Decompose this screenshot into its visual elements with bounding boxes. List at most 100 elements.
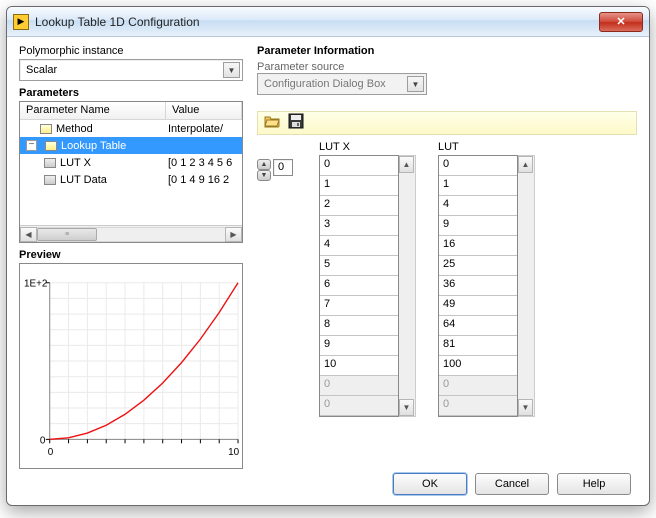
row-value: [0 1 4 9 16 2 <box>166 174 242 186</box>
array-cell[interactable]: 1 <box>320 176 398 196</box>
col-value[interactable]: Value <box>166 102 242 119</box>
close-button[interactable]: ✕ <box>599 12 643 32</box>
left-column: Polymorphic instance Scalar ▼ Parameters… <box>19 45 243 469</box>
scroll-down-icon[interactable]: ▼ <box>518 399 533 416</box>
right-column: Parameter Information Parameter source C… <box>257 45 637 469</box>
lut-column: LUT 014916253649648110000 ▲ ▼ <box>438 141 535 417</box>
lutx-label: LUT X <box>319 141 416 153</box>
dialog-body: Polymorphic instance Scalar ▼ Parameters… <box>7 37 649 505</box>
tree-header: Parameter Name Value <box>20 102 242 120</box>
lutx-scrollbar[interactable]: ▲ ▼ <box>399 155 416 417</box>
scroll-up-icon[interactable]: ▲ <box>399 156 414 173</box>
lut-scrollbar[interactable]: ▲ ▼ <box>518 155 535 417</box>
scroll-thumb[interactable]: ≡ <box>37 228 97 241</box>
array-cell[interactable]: 4 <box>439 196 517 216</box>
scroll-track[interactable] <box>518 173 534 399</box>
lutx-column: LUT X 01234567891000 ▲ ▼ <box>319 141 416 417</box>
tree-row-lookup-table[interactable]: − Lookup Table <box>20 137 242 154</box>
scroll-track[interactable] <box>399 173 415 399</box>
array-cell[interactable]: 81 <box>439 336 517 356</box>
array-cell[interactable]: 0 <box>320 156 398 176</box>
index-value[interactable]: 0 <box>273 159 293 176</box>
titlebar[interactable]: ▶ Lookup Table 1D Configuration ✕ <box>7 7 649 37</box>
array-cell[interactable]: 64 <box>439 316 517 336</box>
polymorphic-combo[interactable]: Scalar ▼ <box>19 59 243 81</box>
array-cell[interactable]: 5 <box>320 256 398 276</box>
save-icon[interactable] <box>288 113 304 134</box>
polymorphic-label: Polymorphic instance <box>19 45 243 57</box>
array-cell[interactable]: 10 <box>320 356 398 376</box>
array-cell-disabled: 0 <box>439 376 517 396</box>
chart-svg: 1E+2 0 0 10 <box>20 264 242 468</box>
array-cell[interactable]: 9 <box>439 216 517 236</box>
scroll-left-icon[interactable]: ◀ <box>20 227 37 242</box>
row-name: LUT Data <box>60 174 107 186</box>
lut-array[interactable]: 014916253649648110000 <box>438 155 518 417</box>
array-cell[interactable]: 4 <box>320 236 398 256</box>
scroll-track[interactable]: ≡ <box>37 227 225 242</box>
tree-rows: Method Interpolate/ − Lookup Table LUT X … <box>20 120 242 225</box>
open-icon[interactable] <box>264 113 280 134</box>
index-control: ▲ ▼ 0 <box>257 159 293 417</box>
array-cell[interactable]: 8 <box>320 316 398 336</box>
item-icon <box>40 124 52 134</box>
y-min-label: 0 <box>40 435 46 446</box>
index-up-button[interactable]: ▲ <box>257 159 271 170</box>
tree-hscroll[interactable]: ◀ ≡ ▶ <box>20 225 242 242</box>
file-toolbar <box>257 111 637 135</box>
lut-label: LUT <box>438 141 535 153</box>
array-cell[interactable]: 7 <box>320 296 398 316</box>
chevron-down-icon: ▼ <box>407 76 424 92</box>
main-area: Polymorphic instance Scalar ▼ Parameters… <box>19 45 637 469</box>
parameter-source-value: Configuration Dialog Box <box>264 78 386 90</box>
array-cell[interactable]: 36 <box>439 276 517 296</box>
index-down-button[interactable]: ▼ <box>257 170 271 181</box>
tree-row-lut-data[interactable]: LUT Data [0 1 4 9 16 2 <box>20 171 242 188</box>
item-icon <box>44 175 56 185</box>
window-title: Lookup Table 1D Configuration <box>35 15 599 29</box>
x-min-label: 0 <box>48 447 54 458</box>
parameter-info-heading: Parameter Information <box>257 45 637 57</box>
y-max-label: 1E+2 <box>24 279 48 290</box>
help-button[interactable]: Help <box>557 473 631 495</box>
close-icon: ✕ <box>616 15 625 28</box>
row-name: Lookup Table <box>61 140 126 152</box>
array-cell-disabled: 0 <box>320 396 398 416</box>
scroll-down-icon[interactable]: ▼ <box>399 399 414 416</box>
array-cell[interactable]: 2 <box>320 196 398 216</box>
array-cell-disabled: 0 <box>320 376 398 396</box>
tree-row-method[interactable]: Method Interpolate/ <box>20 120 242 137</box>
array-cell[interactable]: 25 <box>439 256 517 276</box>
array-cell[interactable]: 6 <box>320 276 398 296</box>
array-cell[interactable]: 49 <box>439 296 517 316</box>
parameters-tree: Parameter Name Value Method Interpolate/… <box>19 101 243 243</box>
row-name: LUT X <box>60 157 91 169</box>
button-bar: OK Cancel Help <box>19 469 637 495</box>
item-icon <box>44 158 56 168</box>
preview-chart: 1E+2 0 0 10 <box>19 263 243 469</box>
chevron-down-icon: ▼ <box>223 62 240 78</box>
lutx-array[interactable]: 01234567891000 <box>319 155 399 417</box>
item-icon <box>45 141 57 151</box>
polymorphic-value: Scalar <box>26 64 57 76</box>
app-icon: ▶ <box>13 14 29 30</box>
col-parameter-name[interactable]: Parameter Name <box>20 102 166 119</box>
ok-button[interactable]: OK <box>393 473 467 495</box>
cancel-button[interactable]: Cancel <box>475 473 549 495</box>
row-value: [0 1 2 3 4 5 6 <box>166 157 242 169</box>
array-cell-disabled: 0 <box>439 396 517 416</box>
array-cell[interactable]: 0 <box>439 156 517 176</box>
collapse-icon[interactable]: − <box>26 140 37 151</box>
array-cell[interactable]: 1 <box>439 176 517 196</box>
array-cell[interactable]: 3 <box>320 216 398 236</box>
array-cell[interactable]: 100 <box>439 356 517 376</box>
row-name: Method <box>56 123 93 135</box>
preview-heading: Preview <box>19 249 243 261</box>
array-cell[interactable]: 9 <box>320 336 398 356</box>
scroll-up-icon[interactable]: ▲ <box>518 156 533 173</box>
array-cell[interactable]: 16 <box>439 236 517 256</box>
arrays-area: ▲ ▼ 0 LUT X 01234567891000 ▲ ▼ <box>257 141 637 417</box>
scroll-right-icon[interactable]: ▶ <box>225 227 242 242</box>
row-value: Interpolate/ <box>166 123 242 135</box>
tree-row-lut-x[interactable]: LUT X [0 1 2 3 4 5 6 <box>20 154 242 171</box>
